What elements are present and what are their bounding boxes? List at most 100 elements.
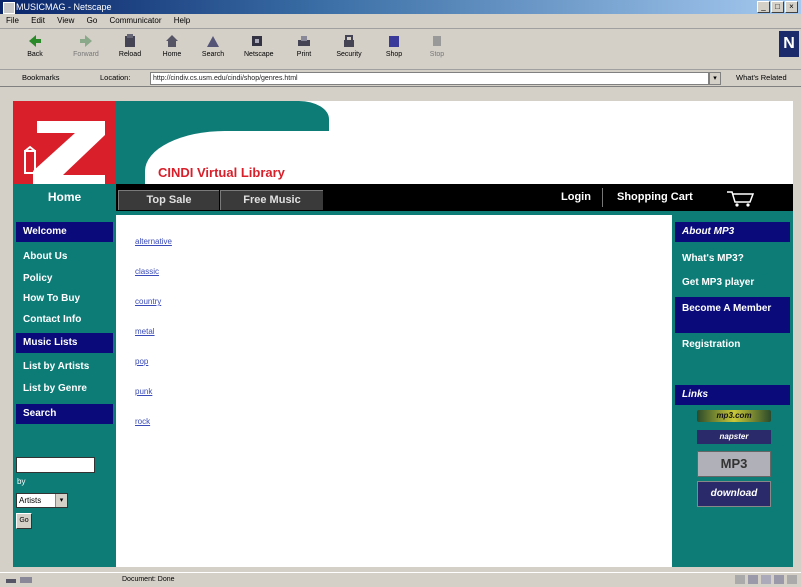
shopping-cart-icon[interactable] <box>725 190 755 208</box>
shop-button[interactable]: Shop <box>381 33 407 67</box>
search-type-value: Artists <box>19 496 42 505</box>
nav-login[interactable]: Login <box>561 184 591 211</box>
menu-view[interactable]: View <box>57 16 74 25</box>
banner-mp3[interactable]: MP3 <box>697 451 771 477</box>
search-button[interactable]: Search <box>200 33 226 67</box>
status-text: Document: Done <box>122 576 175 583</box>
forward-label: Forward <box>73 51 99 58</box>
genre-link-country[interactable]: country <box>135 297 161 306</box>
z-logo-icon <box>24 121 105 184</box>
window-controls: _ □ × <box>757 1 798 13</box>
banner-napster-label: napster <box>719 432 749 441</box>
sidebar-about-us[interactable]: About Us <box>16 247 113 267</box>
close-button[interactable]: × <box>785 1 798 13</box>
connection-status-icon <box>6 577 32 583</box>
status-component-icons <box>735 575 797 584</box>
netscape-button[interactable]: Netscape <box>244 33 274 67</box>
sidebar-how-to-buy[interactable]: How To Buy <box>16 289 113 309</box>
netscape-logo: N <box>779 31 799 57</box>
genre-link-alternative[interactable]: alternative <box>135 237 172 246</box>
location-bar: Bookmarks Location: http://cindiv.cs.usm… <box>0 70 801 87</box>
whats-related-button[interactable]: What's Related <box>736 70 787 86</box>
web-page: CINDI Virtual Library Home Top Sale Free… <box>13 101 793 567</box>
genre-link-punk[interactable]: punk <box>135 387 152 396</box>
navigation-toolbar: Back Forward Reload Home Search Netscape… <box>0 29 801 70</box>
reload-label: Reload <box>118 51 142 58</box>
maximize-button[interactable]: □ <box>771 1 784 13</box>
banner-napster[interactable]: napster <box>697 430 771 444</box>
stop-icon <box>433 36 441 46</box>
sidebar-get-mp3-player[interactable]: Get MP3 player <box>675 273 790 293</box>
menu-edit[interactable]: Edit <box>31 16 45 25</box>
search-type-select[interactable]: Artists ▾ <box>16 493 68 508</box>
sidebar-welcome[interactable]: Welcome <box>16 222 113 242</box>
main-nav-bar: Home Top Sale Free Music Login Shopping … <box>13 184 793 215</box>
discussion-icon[interactable] <box>787 575 797 584</box>
sidebar-contact-info[interactable]: Contact Info <box>16 310 113 330</box>
stop-label: Stop <box>429 51 445 58</box>
genre-link-pop[interactable]: pop <box>135 357 148 366</box>
search-label: Search <box>201 51 225 58</box>
composer-icon[interactable] <box>774 575 784 584</box>
site-logo <box>13 101 116 184</box>
window-title: MUSICMAG - Netscape <box>16 2 112 12</box>
back-label: Back <box>27 51 43 58</box>
minimize-button[interactable]: _ <box>757 1 770 13</box>
navigator-icon[interactable] <box>748 575 758 584</box>
menu-file[interactable]: File <box>6 16 19 25</box>
genre-link-rock[interactable]: rock <box>135 417 150 426</box>
banner-mp3-label: MP3 <box>720 456 748 471</box>
sidebar-about-mp3[interactable]: About MP3 <box>675 222 790 242</box>
menu-go[interactable]: Go <box>87 16 98 25</box>
bookmarks-button[interactable]: Bookmarks <box>22 70 60 86</box>
sidebar-search[interactable]: Search <box>16 404 113 424</box>
back-arrow-icon <box>29 35 41 47</box>
home-label: Home <box>162 51 182 58</box>
menu-help[interactable]: Help <box>174 16 190 25</box>
nav-top-sale[interactable]: Top Sale <box>118 190 219 210</box>
location-label: Location: <box>100 73 131 82</box>
banner-download[interactable]: download <box>697 481 771 507</box>
nav-divider <box>602 188 603 207</box>
sidebar-list-by-genre[interactable]: List by Genre <box>16 379 113 399</box>
stop-button[interactable]: Stop <box>424 33 450 67</box>
sidebar-become-member[interactable]: Become A Member <box>675 297 790 333</box>
url-field[interactable]: http://cindiv.cs.usm.edu/cindi/shop/genr… <box>150 72 709 85</box>
window-title-bar: MUSICMAG - Netscape _ □ × <box>0 0 801 14</box>
netscape-app-icon <box>3 2 15 14</box>
home-button[interactable]: Home <box>159 33 185 67</box>
site-title: CINDI Virtual Library <box>158 165 285 180</box>
netscape-icon <box>252 36 262 46</box>
search-go-button[interactable]: Go <box>16 513 32 529</box>
content-area: CINDI Virtual Library Home Top Sale Free… <box>0 87 801 567</box>
nav-home[interactable]: Home <box>13 184 116 211</box>
forward-arrow-icon <box>80 35 92 47</box>
sidebar-music-lists[interactable]: Music Lists <box>16 333 113 353</box>
sidebar-policy[interactable]: Policy <box>16 269 113 289</box>
sidebar-list-by-artists[interactable]: List by Artists <box>16 357 113 377</box>
forward-button[interactable]: Forward <box>73 33 99 67</box>
url-dropdown-button[interactable]: ▾ <box>709 72 721 85</box>
search-by-label: by <box>17 477 26 486</box>
search-input[interactable] <box>16 457 95 473</box>
genre-link-classic[interactable]: classic <box>135 267 159 276</box>
genre-link-metal[interactable]: metal <box>135 327 155 336</box>
banner-mp3com[interactable]: mp3.com <box>697 410 771 422</box>
select-arrow-icon: ▾ <box>55 494 67 507</box>
status-bar: Document: Done <box>0 572 801 587</box>
sidebar-registration[interactable]: Registration <box>675 335 790 355</box>
netscape-label: Netscape <box>244 51 274 58</box>
menu-bar: File Edit View Go Communicator Help <box>0 14 801 29</box>
back-button[interactable]: Back <box>22 33 48 67</box>
home-icon <box>166 35 178 47</box>
security-button[interactable]: Security <box>336 33 362 67</box>
mail-icon[interactable] <box>761 575 771 584</box>
nav-shopping-cart[interactable]: Shopping Cart <box>617 184 693 211</box>
security-lock-icon[interactable] <box>735 575 745 584</box>
menu-communicator[interactable]: Communicator <box>110 16 162 25</box>
sidebar-whats-mp3[interactable]: What's MP3? <box>675 249 790 269</box>
reload-button[interactable]: Reload <box>117 33 143 67</box>
nav-free-music[interactable]: Free Music <box>220 190 323 210</box>
sidebar-links: Links <box>675 385 790 405</box>
print-button[interactable]: Print <box>291 33 317 67</box>
